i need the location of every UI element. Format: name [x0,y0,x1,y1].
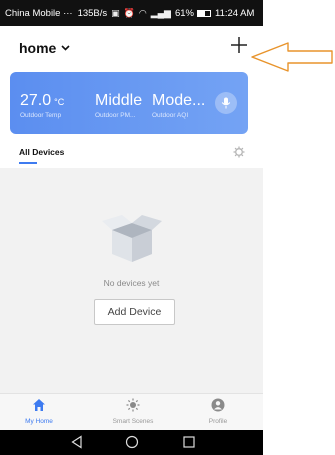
outdoor-temp: 27.0 °C Outdoor Temp [20,92,64,119]
alarm-icon: ⏰ [123,7,135,18]
sun-icon [126,398,140,412]
empty-box-icon [102,215,162,262]
temp-unit: °C [54,97,65,107]
pm-value: Middle [95,92,143,109]
app-header: home [0,26,263,72]
phone-screen: China Mobile ··· 135B/s ▣ ⏰ ◠ ▂▄▆ 61% 11… [0,0,263,455]
network-speed: 135B/s [77,7,108,19]
home-title: home [19,40,57,56]
temp-value: 27.0 [20,92,52,109]
add-device-button[interactable]: Add Device [94,299,175,325]
status-bar: China Mobile ··· 135B/s ▣ ⏰ ◠ ▂▄▆ 61% 11… [0,0,263,26]
profile-icon [211,398,225,412]
home-icon [33,399,45,411]
carrier-text: China Mobile ··· [5,7,73,19]
tab-smart-scenes[interactable]: Smart Scenes [98,398,168,425]
temp-label: Outdoor Temp [20,112,62,119]
tab-label: My Home [25,418,53,425]
bottom-tab-bar: My Home Smart Scenes Profile [0,393,263,430]
tab-all-devices[interactable]: All Devices [19,147,64,157]
aqi-label: Outdoor AQI [152,112,189,119]
image-notification-icon: ▣ [111,7,120,18]
tab-label: Smart Scenes [112,418,154,425]
chevron-down-icon [61,45,70,51]
weather-card[interactable]: 27.0 °C Outdoor Temp Middle Outdoor PM...… [10,72,248,134]
outdoor-pm: Middle Outdoor PM... [95,92,142,119]
wifi-icon: ◠ [138,7,147,18]
annotation-arrow-icon [251,42,333,72]
home-selector[interactable]: home [19,40,70,56]
plus-icon[interactable] [230,36,248,54]
tab-my-home[interactable]: My Home [4,398,74,425]
battery-fill [198,10,206,16]
recents-icon[interactable] [182,435,196,449]
tab-label: Profile [208,418,228,425]
pm-label: Outdoor PM... [95,112,136,119]
outdoor-aqi: Mode... Outdoor AQI [152,92,205,119]
battery-icon [197,9,211,17]
battery-percent: 61% [174,7,194,19]
microphone-icon [221,97,231,109]
tab-profile[interactable]: Profile [183,398,253,425]
tab-active-indicator [19,162,37,164]
clock: 11:24 AM [215,7,255,19]
aqi-value: Mode... [152,92,206,109]
home-button-icon[interactable] [125,435,139,449]
gear-icon[interactable] [233,146,245,158]
empty-state-text: No devices yet [103,278,160,288]
cell-signal-icon: ▂▄▆ [150,7,171,18]
back-icon[interactable] [70,435,84,449]
system-nav-bar [0,430,263,455]
voice-button[interactable] [215,92,237,114]
